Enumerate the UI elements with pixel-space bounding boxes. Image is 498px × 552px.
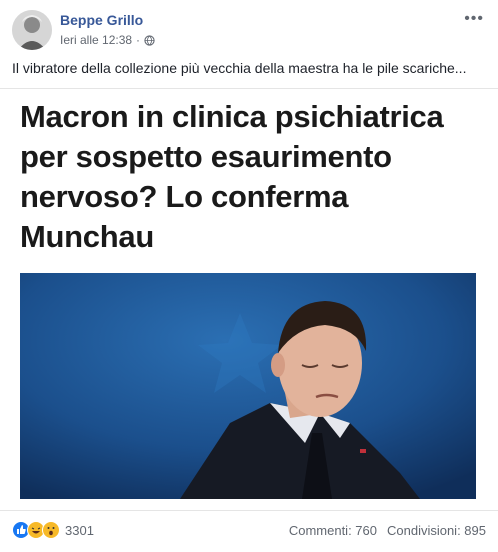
more-options-icon[interactable]: ••• [464,10,484,28]
comments-count[interactable]: Commenti: 760 [289,523,377,538]
post-text: Il vibratore della collezione più vecchi… [12,60,467,76]
article-headline: Macron in clinica psichiatrica per sospe… [20,99,444,254]
article-photo[interactable] [20,273,476,499]
post-timestamp[interactable]: Ieri alle 12:38 [60,33,132,47]
post-footer: 3301 Commenti: 760 Condivisioni: 895 [0,510,498,547]
reactions-summary[interactable]: 3301 [12,521,94,539]
author-name[interactable]: Beppe Grillo [60,12,143,28]
post-meta: Ieri alle 12:38 · [60,33,155,47]
wow-icon [42,521,60,539]
facebook-post: Beppe Grillo Ieri alle 12:38 · ••• Il vi… [0,0,498,552]
globe-icon [144,34,155,46]
link-preview-card[interactable]: Macron in clinica psichiatrica per sospe… [0,88,498,509]
engagement-counts: Commenti: 760 Condivisioni: 895 [289,523,486,538]
author-avatar[interactable] [12,10,52,50]
reaction-count: 3301 [65,522,94,538]
shares-count[interactable]: Condivisioni: 895 [387,523,486,538]
